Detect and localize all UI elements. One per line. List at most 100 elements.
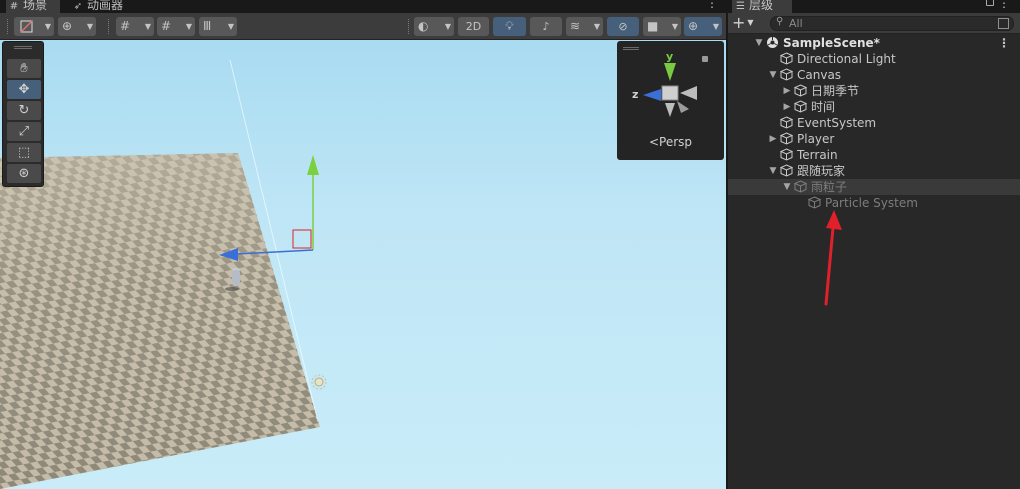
toggle-2d-label: 2D (465, 20, 482, 33)
scene-options-icon[interactable]: ⋮ (998, 35, 1010, 51)
expand-arrow-icon[interactable]: ▼ (768, 67, 778, 83)
gameobject-cube-icon (779, 164, 794, 177)
hierarchy-panel: ☰层级 ⋮ +▼ ⚲ ▼SampleScene*⋮Directional Lig… (728, 0, 1020, 489)
hierarchy-row[interactable]: ▼ 雨粒子 (728, 179, 1020, 195)
shading-mode-button[interactable]: ◐ ▼ (414, 17, 454, 36)
toolbar-grip (108, 19, 110, 34)
hierarchy-row[interactable]: ▶ 时间 (728, 99, 1020, 115)
tool-palette: ✋︎ ✥ ↻ ⤢ ⬚ ⊛ (2, 41, 44, 187)
plus-icon: + (732, 13, 746, 32)
hand-icon: ✋︎ (20, 61, 28, 76)
gameobject-cube-icon (779, 132, 794, 145)
tab-scene-label: 场景 (23, 0, 48, 12)
hierarchy-row[interactable]: ▶ Player (728, 131, 1020, 147)
gizmo-y-label: y (666, 50, 673, 63)
tab-animator[interactable]: ➶ 动画器 (72, 0, 123, 13)
collapse-arrow-icon[interactable]: ▶ (768, 131, 778, 147)
scene-view-panel: # 场景 ➶ 动画器 ⋮ ▼ ⊕ ▼ # ▼ # ▼ Ⅲ ▼ ◐ ▼ 2D 💡︎… (0, 0, 726, 489)
camera-icon: ■ (647, 19, 659, 33)
hierarchy-row[interactable]: EventSystem (728, 115, 1020, 131)
palette-drag-handle[interactable] (14, 46, 32, 49)
audio-mute-icon: ♪ (542, 20, 550, 33)
effects-button[interactable]: ≋ ▼ (566, 17, 603, 36)
add-object-button[interactable]: + ▼ (732, 14, 764, 32)
toolbar-grip (7, 19, 9, 34)
scale-tool-button[interactable]: ⤢ (7, 122, 41, 141)
lock-icon[interactable] (986, 0, 994, 6)
projection-toggle[interactable]: <Persp (617, 135, 724, 149)
hierarchy-row[interactable]: ▶ 日期季节 (728, 83, 1020, 99)
axis-cube-icon[interactable]: y z (617, 41, 724, 131)
lighting-toggle[interactable]: 💡︎ (493, 17, 526, 36)
search-filter-icon[interactable] (998, 18, 1009, 29)
camera-button[interactable]: ■ ▼ (643, 17, 681, 36)
scale-icon: ⤢ (18, 124, 30, 139)
transform-tool-button[interactable]: ⊛ (7, 164, 41, 183)
toolbar-grip (408, 19, 410, 34)
rotate-tool-button[interactable]: ↻ (7, 101, 41, 120)
hierarchy-row-label: EventSystem (797, 116, 877, 130)
visibility-toggle[interactable]: ⊘ (607, 17, 639, 36)
directional-light-gizmo[interactable] (311, 374, 327, 390)
shading-sphere-icon: ◐ (418, 19, 429, 33)
draw-mode-button[interactable]: ▼ (14, 17, 54, 36)
collapse-arrow-icon[interactable]: ▶ (782, 99, 792, 115)
hierarchy-row-label: 雨粒子 (811, 180, 848, 194)
ruler-icon: Ⅲ (203, 19, 212, 33)
tab-hierarchy-label: 层级 (748, 0, 773, 12)
hierarchy-row-label: SampleScene* (783, 36, 880, 50)
tab-hierarchy[interactable]: ☰ 层级 (732, 0, 792, 13)
hierarchy-tab-bar: ☰ 层级 ⋮ (728, 0, 1020, 13)
chevron-down-icon: ▼ (144, 22, 151, 31)
orientation-gizmo[interactable]: y z <Persp (617, 41, 724, 160)
chevron-down-icon: ▼ (86, 22, 93, 31)
rotate-icon: ↻ (18, 103, 30, 118)
hierarchy-row[interactable]: ▼ 跟随玩家 (728, 163, 1020, 179)
scene-toolbar: ▼ ⊕ ▼ # ▼ # ▼ Ⅲ ▼ ◐ ▼ 2D 💡︎ ♪ ≋ ▼ ⊘ ■ ▼ … (0, 13, 726, 40)
hierarchy-scene-row[interactable]: ▼ SampleScene* ⋮ (728, 35, 1020, 51)
scene-tab-bar: # 场景 ➶ 动画器 ⋮ (0, 0, 726, 13)
ruler-button[interactable]: Ⅲ ▼ (199, 17, 237, 36)
collapse-arrow-icon[interactable]: ▶ (782, 83, 792, 99)
scene-menu-icon[interactable]: ⋮ (706, 0, 718, 10)
move-tool-button[interactable]: ✥ (7, 80, 41, 99)
hierarchy-row-label: Canvas (797, 68, 842, 82)
hierarchy-menu-icon[interactable]: ⋮ (998, 0, 1010, 10)
rect-tool-button[interactable]: ⬚ (7, 143, 41, 162)
grid-snap-icon: # (120, 19, 131, 33)
expand-arrow-icon[interactable]: ▼ (754, 35, 764, 51)
gizmos-globe-icon: ⊕ (688, 19, 699, 33)
expand-arrow-icon[interactable]: ▼ (768, 163, 778, 179)
chevron-down-icon: ▼ (185, 22, 192, 31)
grid-snap-button[interactable]: # ▼ (116, 17, 154, 36)
hand-tool-button[interactable]: ✋︎ (7, 59, 41, 78)
gizmos-button[interactable]: ⊕ ▼ (684, 17, 722, 36)
gameobject-cube-icon (807, 196, 822, 209)
hierarchy-row[interactable]: ▼ Canvas (728, 67, 1020, 83)
draw-mode-icon (20, 20, 33, 33)
gameobject-cube-icon (793, 180, 808, 193)
hierarchy-row[interactable]: Terrain (728, 147, 1020, 163)
globe-icon: ⊕ (62, 19, 73, 33)
gizmo-z-label: z (632, 88, 638, 101)
expand-arrow-icon[interactable]: ▼ (782, 179, 792, 195)
hierarchy-search: ⚲ (770, 16, 1014, 31)
hierarchy-row[interactable]: Directional Light (728, 51, 1020, 67)
move-arrows-icon: ✥ (18, 82, 30, 97)
hierarchy-row[interactable]: Particle System (728, 195, 1020, 211)
search-icon: ⚲ (776, 16, 784, 27)
chevron-down-icon: ▼ (747, 18, 754, 27)
eye-hidden-icon: ⊘ (618, 20, 628, 33)
snap-increment-icon: # (161, 19, 172, 33)
hierarchy-row-label: Directional Light (797, 52, 896, 66)
hierarchy-row-label: 时间 (811, 100, 836, 114)
global-local-button[interactable]: ⊕ ▼ (58, 17, 96, 36)
chevron-down-icon: ▼ (44, 22, 51, 31)
tab-scene[interactable]: # 场景 (6, 0, 60, 13)
toggle-2d-button[interactable]: 2D (458, 17, 489, 36)
snap-increment-button[interactable]: # ▼ (157, 17, 195, 36)
hierarchy-row-label: Terrain (797, 148, 838, 162)
chevron-down-icon: ▼ (671, 22, 678, 31)
search-input[interactable] (789, 17, 989, 30)
audio-toggle[interactable]: ♪ (530, 17, 562, 36)
